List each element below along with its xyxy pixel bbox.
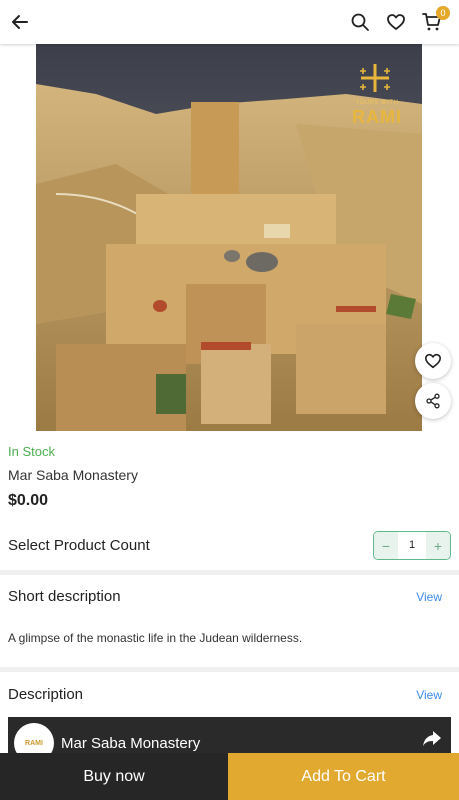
short-description-view-link[interactable]: View xyxy=(416,590,442,604)
divider xyxy=(0,667,459,672)
short-description-title: Short description xyxy=(8,588,121,605)
add-to-cart-button[interactable]: Add To Cart xyxy=(228,753,459,800)
description-view-link[interactable]: View xyxy=(416,688,442,702)
description-title: Description xyxy=(8,686,84,703)
share-icon xyxy=(426,393,440,409)
back-arrow-icon[interactable] xyxy=(8,10,32,34)
video-title[interactable]: Mar Saba Monastery xyxy=(61,735,200,752)
video-share-icon[interactable] xyxy=(421,727,443,749)
stock-status: In Stock xyxy=(8,444,55,459)
search-icon[interactable] xyxy=(348,10,372,34)
product-count-label: Select Product Count xyxy=(8,537,150,554)
heart-icon xyxy=(424,353,442,369)
cart-count-badge: 0 xyxy=(436,6,450,20)
product-name: Mar Saba Monastery xyxy=(8,467,138,483)
quantity-stepper: − 1 + xyxy=(373,531,451,560)
logo-small-text: TOURS WITH xyxy=(355,100,399,106)
decrease-quantity-button[interactable]: − xyxy=(374,532,398,559)
heart-icon[interactable] xyxy=(384,10,408,34)
quantity-value: 1 xyxy=(408,539,416,551)
product-price: $0.00 xyxy=(8,492,49,509)
tour-logo: TOURS WITH RAMI xyxy=(346,100,408,128)
bottom-action-bar: Buy now Add To Cart xyxy=(0,753,459,800)
channel-logo-text: RAMI xyxy=(25,739,43,747)
buy-now-button[interactable]: Buy now xyxy=(0,753,228,800)
share-button[interactable] xyxy=(415,383,451,419)
app-header: 0 xyxy=(0,0,459,44)
logo-big-text: RAMI xyxy=(352,107,402,127)
cart-icon[interactable]: 0 xyxy=(420,6,450,34)
divider xyxy=(0,570,459,575)
short-description-text: A glimpse of the monastic life in the Ju… xyxy=(8,631,303,645)
wishlist-button[interactable] xyxy=(415,343,451,379)
increase-quantity-button[interactable]: + xyxy=(426,532,450,559)
